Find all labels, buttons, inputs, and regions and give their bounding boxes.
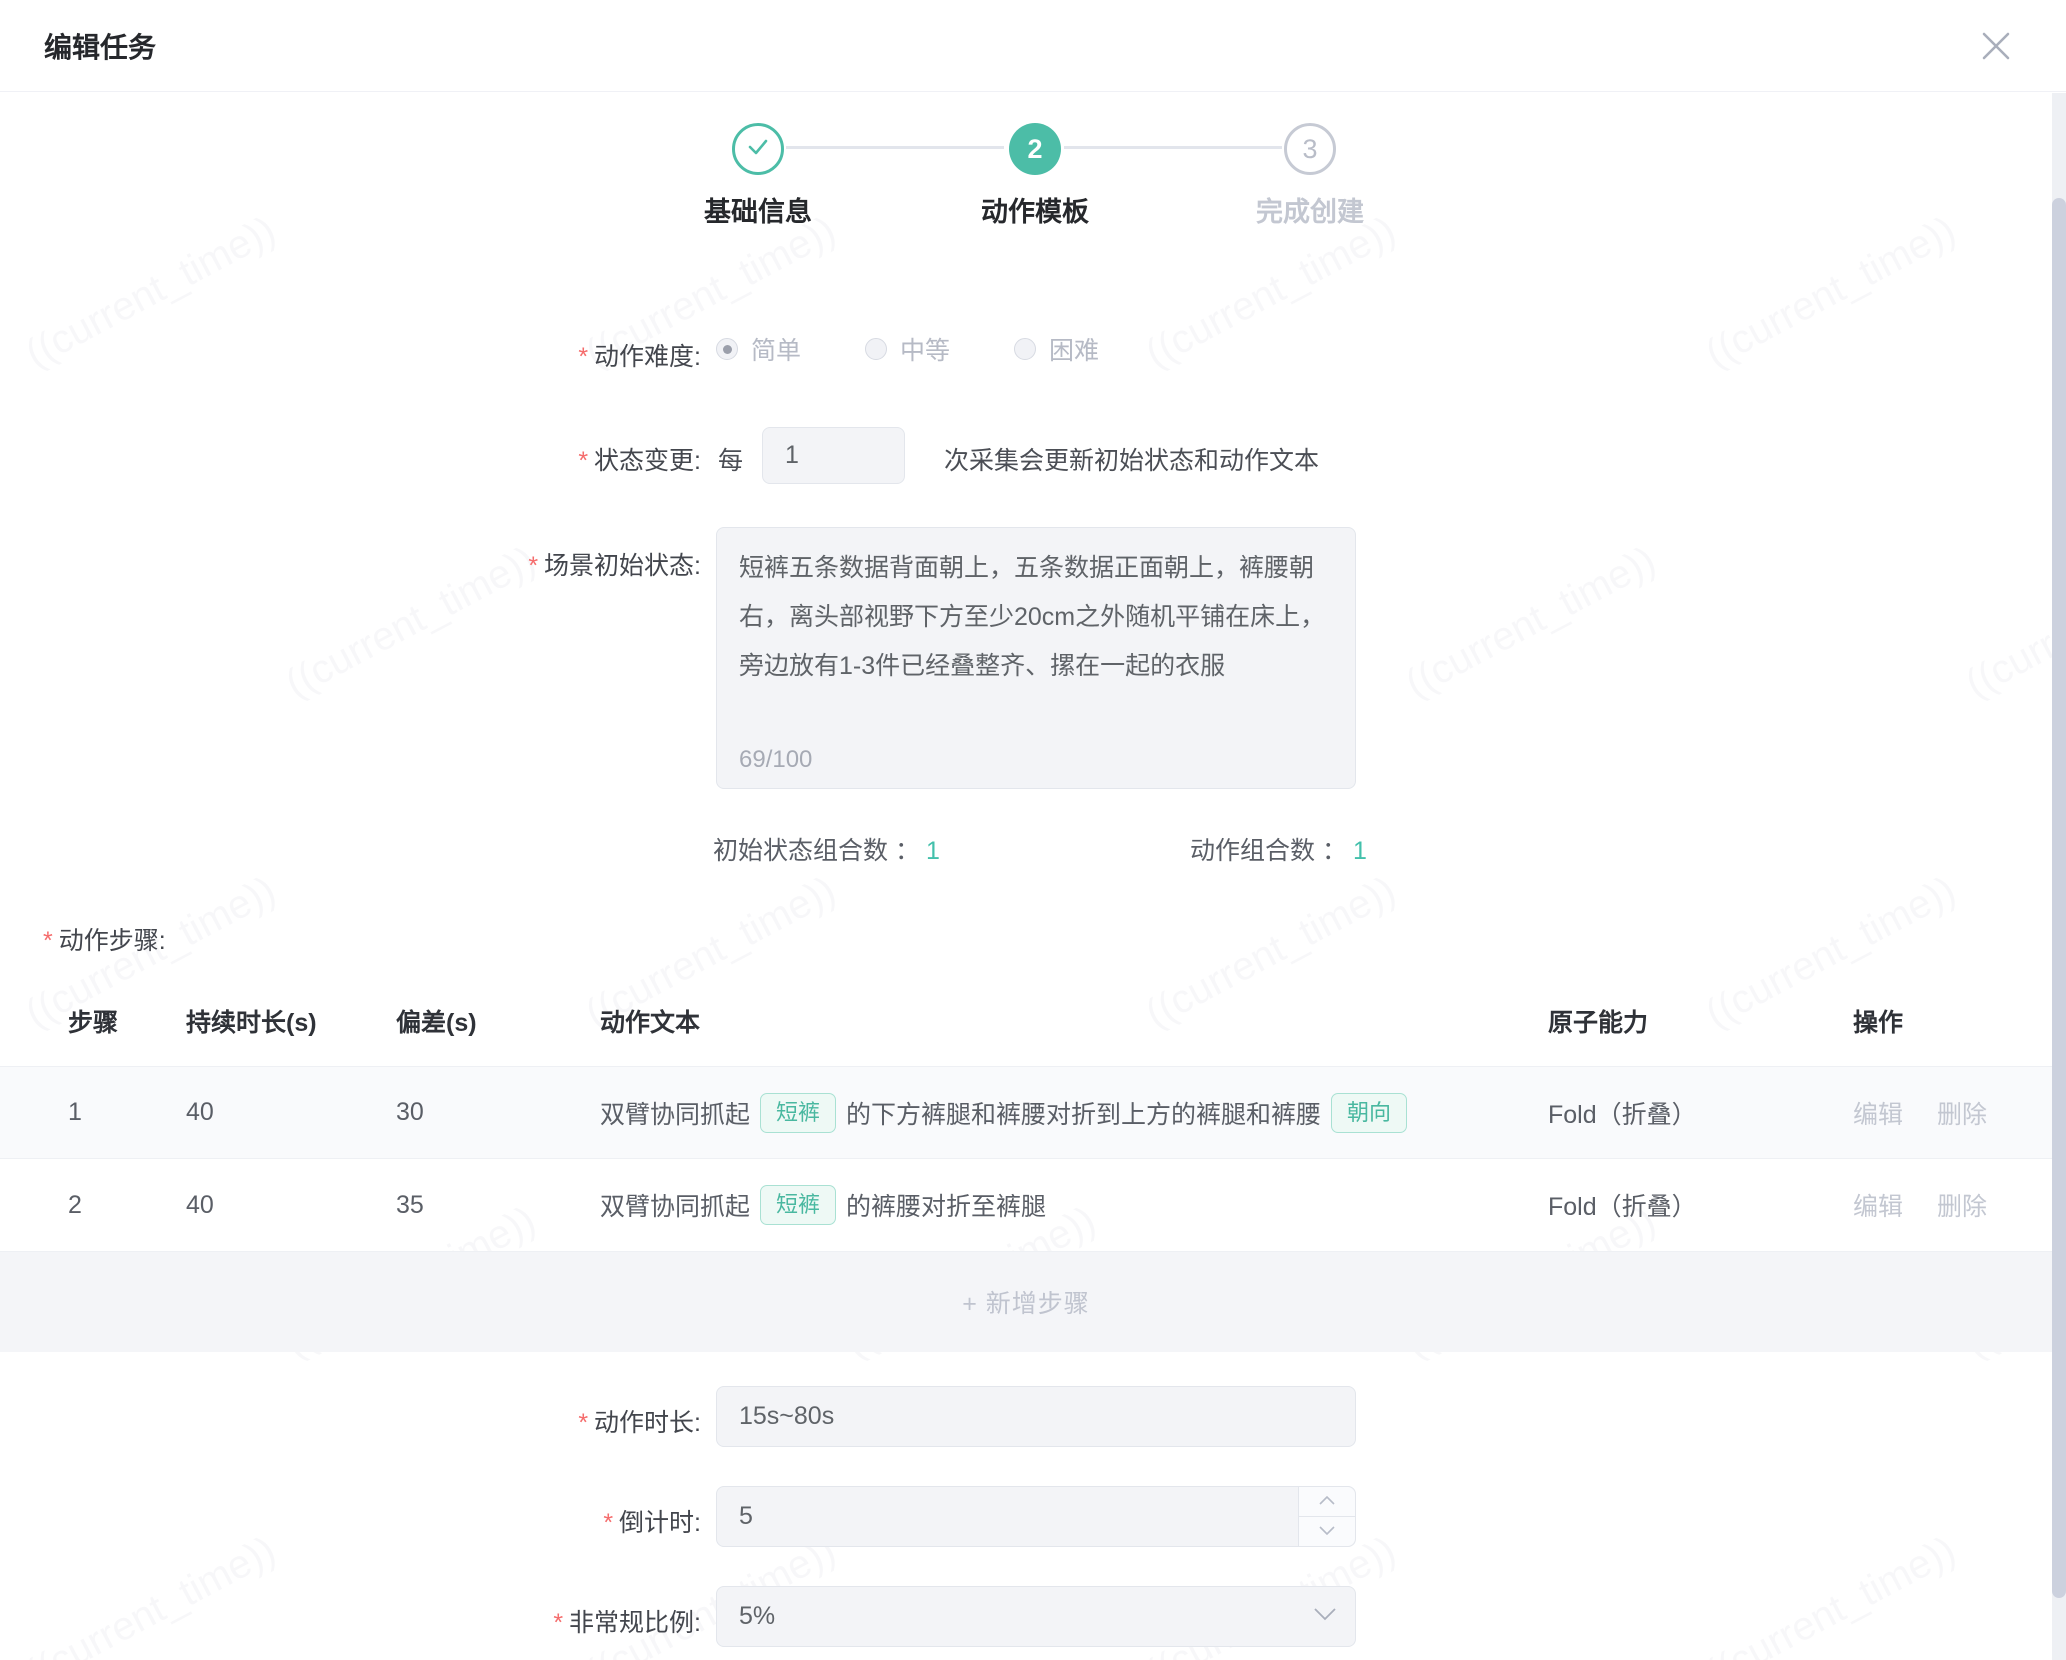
spinner-down-button[interactable] <box>1299 1517 1355 1547</box>
step-2-circle-active[interactable]: 2 <box>1009 123 1061 175</box>
chevron-up-icon <box>1319 1492 1335 1510</box>
delete-link[interactable]: 删除 <box>1937 1095 1987 1131</box>
initial-state-text: 短裤五条数据背面朝上，五条数据正面朝上，裤腰朝右，离头部视野下方至少20cm之外… <box>739 544 1333 691</box>
add-step-band: + 新增步骤 <box>0 1252 2052 1352</box>
action-text: 双臂协同抓起 <box>600 1095 750 1131</box>
entity-tag: 朝向 <box>1331 1093 1407 1133</box>
actions-cell: 编辑删除 <box>1853 1067 2021 1158</box>
ability-cell: Fold（折叠） <box>1548 1159 1697 1251</box>
action-steps-label: *动作步骤: <box>43 921 166 957</box>
entity-tag: 短裤 <box>760 1185 836 1225</box>
col-actions: 操作 <box>1853 1003 1903 1039</box>
difficulty-label: *动作难度: <box>0 337 701 373</box>
action-combo-label: 动作组合数 ： <box>1190 837 1347 865</box>
initial-combo-label: 初始状态组合数 ： <box>713 837 920 865</box>
dialog-header: 编辑任务 <box>0 0 2066 92</box>
delete-link[interactable]: 删除 <box>1937 1187 1987 1223</box>
initial-state-textarea[interactable]: 短裤五条数据背面朝上，五条数据正面朝上，裤腰朝右，离头部视野下方至少20cm之外… <box>716 527 1356 789</box>
table-row: 2 40 35 双臂协同抓起短裤的裤腰对折至裤腿 Fold（折叠） 编辑删除 <box>0 1159 2052 1252</box>
radio-selected-icon <box>716 338 738 360</box>
step-number: 3 <box>1302 134 1317 165</box>
radio-label: 中等 <box>900 331 950 367</box>
chevron-down-icon <box>1319 1522 1335 1540</box>
col-step: 步骤 <box>68 1003 118 1039</box>
col-deviation: 偏差(s) <box>396 1003 477 1039</box>
col-duration: 持续时长(s) <box>186 1003 317 1039</box>
action-duration-input[interactable] <box>716 1386 1356 1447</box>
action-text: 的下方裤腿和裤腰对折到上方的裤腿和裤腰 <box>846 1095 1321 1131</box>
step-cell: 2 <box>68 1159 82 1251</box>
initial-combo-value: 1 <box>926 837 940 865</box>
action-text-cell: 双臂协同抓起短裤的裤腰对折至裤腿 <box>600 1159 1046 1251</box>
initial-state-label: *场景初始状态: <box>0 546 701 582</box>
steps-table-header: 步骤 持续时长(s) 偏差(s) 动作文本 原子能力 操作 <box>0 975 2052 1066</box>
step-connector <box>786 146 1004 149</box>
action-combo-value: 1 <box>1353 837 1367 865</box>
difficulty-radio-group: 简单 中等 困难 <box>716 331 1163 367</box>
close-icon <box>1978 51 2014 68</box>
radio-label: 困难 <box>1049 331 1099 367</box>
unusual-ratio-select[interactable] <box>716 1586 1356 1647</box>
unusual-ratio-value <box>716 1586 1356 1647</box>
scrollbar-track <box>2052 93 2066 1660</box>
step-1-circle-done[interactable] <box>732 123 784 175</box>
step-3-label: 完成创建 <box>1180 190 1440 229</box>
step-2-label: 动作模板 <box>905 190 1165 229</box>
state-change-suffix: 次采集会更新初始状态和动作文本 <box>944 441 1319 477</box>
add-step-button[interactable]: + 新增步骤 <box>962 1284 1090 1320</box>
radio-option-easy[interactable]: 简单 <box>716 331 801 367</box>
actions-cell: 编辑删除 <box>1853 1159 2021 1251</box>
action-text: 的裤腰对折至裤腿 <box>846 1187 1046 1223</box>
edit-task-dialog: ((current_time))((current_time))((curren… <box>0 0 2066 1660</box>
col-text: 动作文本 <box>600 1003 700 1039</box>
check-icon <box>745 134 771 165</box>
edit-link[interactable]: 编辑 <box>1853 1095 1903 1131</box>
ability-cell: Fold（折叠） <box>1548 1067 1697 1158</box>
action-text-cell: 双臂协同抓起短裤的下方裤腿和裤腰对折到上方的裤腿和裤腰朝向 <box>600 1067 1417 1158</box>
number-spinner <box>1298 1487 1355 1546</box>
radio-label: 简单 <box>751 331 801 367</box>
table-row: 1 40 30 双臂协同抓起短裤的下方裤腿和裤腰对折到上方的裤腿和裤腰朝向 Fold（折… <box>0 1066 2052 1159</box>
action-duration-label: *动作时长: <box>0 1403 701 1439</box>
dialog-title: 编辑任务 <box>44 26 156 66</box>
entity-tag: 短裤 <box>760 1093 836 1133</box>
duration-cell: 40 <box>186 1067 214 1158</box>
action-text: 双臂协同抓起 <box>600 1187 750 1223</box>
close-button[interactable] <box>1978 28 2014 64</box>
step-number: 2 <box>1027 134 1042 165</box>
step-1-label: 基础信息 <box>628 190 888 229</box>
radio-option-hard[interactable]: 困难 <box>1014 331 1099 367</box>
radio-unselected-icon <box>1014 338 1036 360</box>
state-change-label: *状态变更: <box>0 441 701 477</box>
scrollbar-thumb[interactable] <box>2052 198 2066 1598</box>
state-change-prefix: 每 <box>718 441 743 477</box>
duration-cell: 40 <box>186 1159 214 1251</box>
spinner-up-button[interactable] <box>1299 1487 1355 1517</box>
radio-option-medium[interactable]: 中等 <box>865 331 950 367</box>
step-cell: 1 <box>68 1067 82 1158</box>
step-connector <box>1064 146 1282 149</box>
edit-link[interactable]: 编辑 <box>1853 1187 1903 1223</box>
countdown-label: *倒计时: <box>0 1503 701 1539</box>
step-3-circle-pending[interactable]: 3 <box>1284 123 1336 175</box>
chevron-down-icon <box>1314 1608 1336 1626</box>
deviation-cell: 30 <box>396 1067 424 1158</box>
state-change-count-input[interactable] <box>762 427 905 484</box>
required-asterisk: * <box>578 343 588 371</box>
radio-unselected-icon <box>865 338 887 360</box>
char-counter: 69/100 <box>739 746 812 774</box>
unusual-ratio-label: *非常规比例: <box>0 1603 701 1639</box>
deviation-cell: 35 <box>396 1159 424 1251</box>
col-ability: 原子能力 <box>1548 1003 1648 1039</box>
countdown-input[interactable] <box>716 1486 1356 1547</box>
